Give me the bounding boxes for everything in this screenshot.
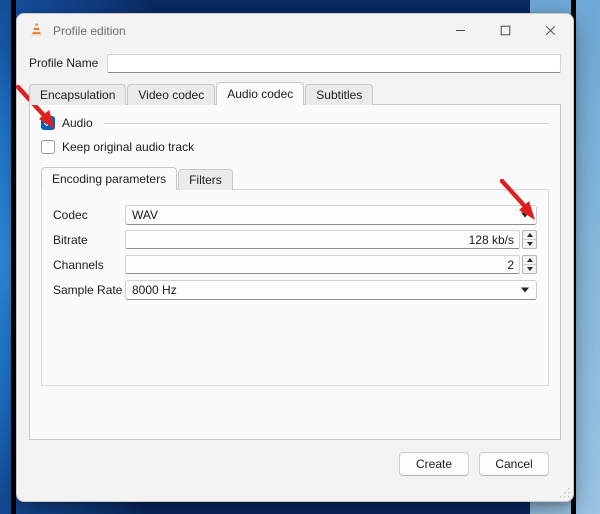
window-controls [438, 14, 573, 47]
triangle-down-icon [526, 242, 533, 246]
channels-stepper[interactable] [522, 255, 537, 274]
bitrate-label: Bitrate [53, 232, 88, 247]
channels-label: Channels [53, 257, 104, 272]
chevron-down-icon [521, 287, 529, 292]
sample-rate-row: Sample Rate 8000 Hz [53, 277, 537, 302]
tab-audio-codec[interactable]: Audio codec [216, 82, 305, 105]
channels-value: 2 [507, 257, 514, 272]
audio-codec-tab-page: Audio Keep original audio track Encoding… [29, 104, 561, 440]
audio-checkbox-row[interactable]: Audio [41, 114, 549, 132]
codec-value: WAV [132, 207, 158, 222]
title-bar[interactable]: Profile edition [17, 14, 573, 47]
bitrate-row: Bitrate 128 kb/s [53, 227, 537, 252]
profile-name-label: Profile Name [29, 56, 99, 70]
create-button[interactable]: Create [399, 452, 469, 476]
tab-video-codec[interactable]: Video codec [127, 84, 216, 105]
triangle-up-icon [526, 258, 533, 262]
profile-edition-dialog: Profile edition Profile Name Encapsulati… [16, 13, 574, 502]
triangle-down-icon [526, 267, 533, 271]
dialog-footer: Create Cancel [29, 440, 561, 476]
codec-field-wrap: WAV [125, 204, 537, 225]
tab-encoding-parameters[interactable]: Encoding parameters [41, 167, 178, 190]
audio-checkbox[interactable] [41, 116, 55, 130]
keep-original-audio-track-label: Keep original audio track [62, 140, 195, 154]
audio-group-separator [103, 122, 549, 124]
channels-stepper-up[interactable] [523, 256, 536, 265]
encoding-parameters-panel: Codec WAV Bitrate 128 kb/s Channels 2 Sa… [41, 189, 549, 386]
tab-encapsulation[interactable]: Encapsulation [29, 84, 127, 105]
bitrate-stepper-up[interactable] [523, 231, 536, 240]
sample-rate-field-wrap: 8000 Hz [125, 279, 537, 300]
tab-subtitles[interactable]: Subtitles [305, 84, 374, 105]
codec-dropdown[interactable]: WAV [125, 204, 537, 225]
channels-row: Channels 2 [53, 252, 537, 277]
bitrate-value: 128 kb/s [468, 232, 514, 247]
close-icon[interactable] [528, 14, 573, 47]
codec-label: Codec [53, 207, 88, 222]
maximize-icon[interactable] [483, 14, 528, 47]
keep-original-audio-track-checkbox[interactable] [41, 140, 55, 154]
profile-name-row: Profile Name [29, 49, 561, 77]
channels-input[interactable]: 2 [125, 255, 520, 274]
bitrate-field-wrap: 128 kb/s [125, 230, 537, 249]
channels-stepper-down[interactable] [523, 265, 536, 273]
channels-field-wrap: 2 [125, 255, 537, 274]
minimize-icon[interactable] [438, 14, 483, 47]
codec-row: Codec WAV [53, 202, 537, 227]
cancel-button[interactable]: Cancel [479, 452, 549, 476]
dialog-body: Profile Name Encapsulation Video codec A… [17, 49, 573, 476]
codec-tabs: Encapsulation Video codec Audio codec Su… [29, 82, 561, 105]
keep-original-audio-track-row[interactable]: Keep original audio track [41, 138, 549, 156]
profile-name-input[interactable] [107, 53, 561, 73]
tab-filters[interactable]: Filters [178, 169, 233, 190]
resize-grip[interactable] [560, 488, 570, 498]
window-title: Profile edition [53, 23, 126, 38]
triangle-up-icon [526, 233, 533, 237]
sample-rate-dropdown[interactable]: 8000 Hz [125, 279, 537, 300]
bitrate-stepper[interactable] [522, 230, 537, 249]
bitrate-input[interactable]: 128 kb/s [125, 230, 520, 249]
sample-rate-value: 8000 Hz [132, 282, 177, 297]
chevron-down-icon [521, 212, 529, 217]
title-bar-left: Profile edition [17, 22, 126, 40]
sample-rate-label: Sample Rate [53, 282, 123, 297]
vlc-cone-icon [29, 22, 44, 40]
encoding-tabs: Encoding parameters Filters [41, 167, 549, 190]
audio-checkbox-label: Audio [62, 116, 93, 130]
bitrate-stepper-down[interactable] [523, 240, 536, 248]
